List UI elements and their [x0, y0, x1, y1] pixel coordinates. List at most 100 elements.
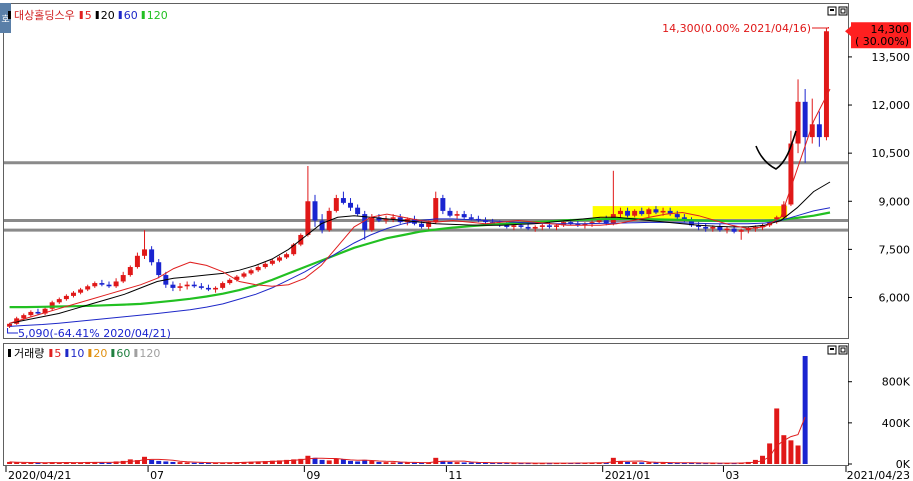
candle-body [660, 210, 666, 213]
candle-body [78, 289, 84, 293]
candle-body [205, 287, 211, 290]
low-annotation-leader [7, 327, 18, 334]
candle-body [170, 284, 176, 288]
legend-swatch [65, 349, 69, 357]
candle-body [348, 202, 354, 208]
legend-name: 대상홀딩스우 [14, 9, 75, 22]
volume-legend: 거래량 5 10 20 60 120 [8, 347, 160, 360]
volume-tick-label: 800K [882, 376, 911, 389]
candle-body [276, 257, 282, 261]
legend-swatch [118, 11, 122, 19]
legend-item: 10 [70, 347, 84, 360]
legend-marker [8, 11, 11, 19]
volume-bar [156, 460, 162, 464]
legend-swatch [79, 11, 83, 19]
candle-body [703, 226, 709, 229]
legend-swatch [95, 11, 99, 19]
volume-bar [170, 461, 176, 464]
candle-body [92, 283, 98, 287]
candle-body [468, 217, 474, 219]
candle-body [816, 124, 822, 138]
legend-name: 거래량 [14, 347, 44, 360]
volume-bar [468, 462, 474, 464]
volume-bar [149, 459, 155, 464]
volume-bar [163, 461, 169, 464]
candle-body [220, 283, 226, 288]
candle-body [319, 220, 325, 231]
volume-bar [184, 462, 190, 464]
candle-body [419, 223, 425, 227]
volume-bar [191, 462, 197, 464]
candle-body [269, 260, 275, 264]
volume-panel-frame [3, 343, 849, 466]
candle-body [617, 210, 623, 215]
legend-swatch [49, 349, 53, 357]
stock-chart: 호 대상홀딩스우 5 20 60 120 거래량 5 10 20 60 120 14,300(0.… [0, 3, 911, 481]
price-legend: 대상홀딩스우 5 20 60 120 [8, 9, 168, 22]
candle-body [63, 295, 69, 300]
volume-bar [639, 462, 645, 464]
volume-bar [305, 455, 311, 464]
candle-body [554, 225, 560, 227]
candle-body [305, 201, 311, 235]
ma20-line [9, 181, 831, 324]
volume-bar [106, 462, 112, 464]
volume-bar [177, 462, 183, 464]
volume-bar [28, 462, 34, 464]
candle-body [738, 230, 744, 232]
volume-bar [369, 460, 375, 464]
volume-bar [454, 462, 460, 464]
volume-bars [7, 356, 808, 465]
volume-bar [198, 462, 204, 464]
candle-body [731, 228, 737, 232]
current-change-label: ( 30.00%) [855, 35, 909, 48]
candle-body [390, 217, 396, 219]
volume-bar [610, 457, 616, 464]
legend-marker [8, 349, 11, 357]
candle-body [213, 287, 219, 290]
volume-bar [21, 462, 27, 464]
candle-body [198, 286, 204, 288]
volume-bar [390, 462, 396, 464]
candle-body [440, 198, 446, 211]
candle-body [241, 273, 247, 277]
candle-body [369, 217, 375, 231]
candle-body [85, 286, 91, 290]
legend-item: 120 [147, 9, 168, 22]
volume-bar [632, 462, 638, 464]
candle-body [262, 263, 268, 268]
candle-body [511, 225, 517, 227]
volume-bar [326, 460, 332, 464]
price-panel-controls[interactable] [827, 6, 848, 16]
y-tick-label: 12,000 [872, 99, 911, 112]
candle-body [447, 210, 453, 216]
candle-body [291, 244, 297, 255]
volume-bar [774, 408, 780, 464]
candle-body [56, 299, 62, 303]
candle-body [156, 262, 162, 276]
candle-body [127, 267, 133, 276]
volume-bar [795, 445, 801, 464]
y-tick-label: 10,500 [872, 147, 911, 160]
volume-ma5-line [9, 416, 806, 464]
x-tick-label: 03 [725, 469, 739, 481]
volume-bar [461, 462, 467, 464]
high-annotation: 14,300(0.00% 2021/04/16) [662, 22, 811, 35]
volume-panel-controls[interactable] [827, 345, 848, 355]
legend-swatch [141, 11, 145, 19]
volume-bar [340, 459, 346, 464]
candle-body [710, 226, 716, 229]
volume-bar [355, 461, 361, 464]
candle-body [802, 101, 808, 138]
candle-body [632, 210, 638, 216]
volume-bar [433, 457, 439, 464]
legend-item: 5 [54, 347, 61, 360]
candle-body [639, 210, 645, 215]
volume-bar [319, 459, 325, 464]
volume-bar [333, 458, 339, 464]
volume-bar [625, 461, 631, 464]
candle-body [653, 209, 659, 213]
candle-body [113, 281, 119, 287]
candle-body [340, 198, 346, 203]
candle-body [454, 214, 460, 216]
